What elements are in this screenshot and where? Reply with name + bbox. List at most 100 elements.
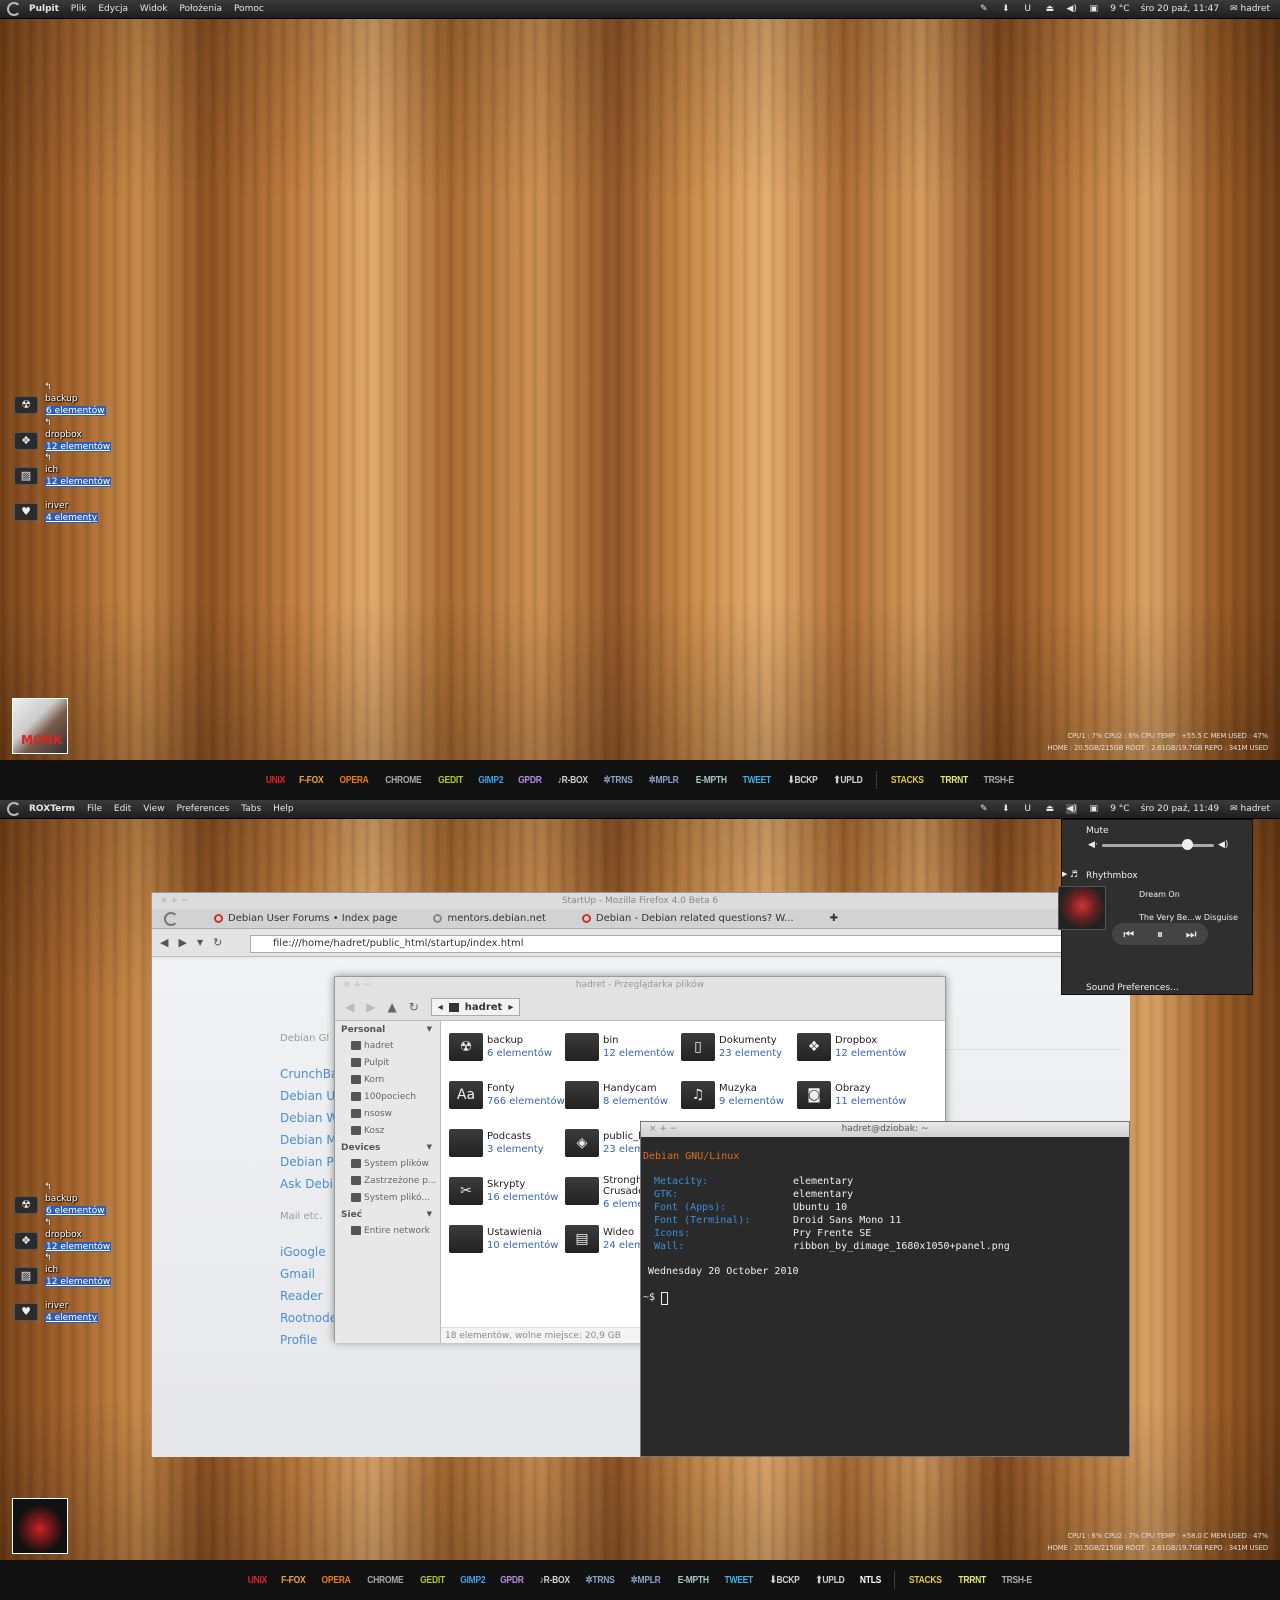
- download-icon[interactable]: ⬇: [1000, 804, 1011, 814]
- link[interactable]: CrunchBa: [280, 1067, 338, 1081]
- sidebar-heading[interactable]: Sieć: [335, 1206, 440, 1222]
- sidebar-item[interactable]: nsosw: [335, 1105, 440, 1122]
- desktop-item-dropbox[interactable]: ↰ ❖ dropbox 12 elementów: [12, 418, 132, 456]
- desktop-item-iriver[interactable]: ♥ iriver 4 elementy: [12, 495, 132, 527]
- menu-app-name[interactable]: Pulpit: [29, 4, 59, 14]
- link[interactable]: Debian U: [280, 1089, 335, 1103]
- player-name[interactable]: Rhythmbox: [1086, 871, 1138, 881]
- reload-icon[interactable]: ↻: [409, 1000, 419, 1014]
- pen-icon[interactable]: ✎: [978, 4, 989, 14]
- crumb-left-icon[interactable]: ◂: [438, 1002, 443, 1013]
- album-cover-aerosmith[interactable]: [12, 1498, 68, 1554]
- dock-unix[interactable]: UNIX: [247, 1575, 267, 1586]
- debian-logo-icon[interactable]: [7, 2, 21, 16]
- menu-item[interactable]: Preferences: [176, 804, 229, 814]
- url-bar[interactable]: file:///home/hadret/public_html/startup/…: [250, 935, 1130, 953]
- history-dropdown-icon[interactable]: ▼: [197, 938, 203, 947]
- pause-icon[interactable]: ⏸: [1157, 927, 1163, 942]
- sidebar-heading[interactable]: Devices: [335, 1139, 440, 1155]
- folder-obrazy[interactable]: ◙ Obrazy 11 elementów: [797, 1077, 911, 1117]
- forward-icon[interactable]: ▶: [366, 1000, 375, 1014]
- folder-podcasts[interactable]: Podcasts 3 elementy: [449, 1125, 563, 1165]
- menu-item[interactable]: Plik: [71, 4, 87, 14]
- sidebar-item[interactable]: System plikó...: [335, 1189, 440, 1206]
- desktop-item-ich[interactable]: ↰ ▨ ich 12 elementów: [12, 453, 132, 491]
- tab-debian-forums[interactable]: Debian User Forums • Index page: [214, 913, 397, 924]
- user-menu[interactable]: ✉ hadret: [1230, 804, 1270, 814]
- dock-gpdr[interactable]: GPDR: [518, 775, 542, 786]
- dock-gpdr[interactable]: GPDR: [500, 1575, 524, 1586]
- link[interactable]: iGoogle: [280, 1245, 326, 1259]
- desktop-item-backup[interactable]: ↰ ☢ backup 6 elementów: [12, 1182, 132, 1220]
- terminal-titlebar[interactable]: × + − hadret@dziobak: ~: [641, 1122, 1129, 1137]
- upload-u-icon[interactable]: U: [1022, 804, 1033, 814]
- folder-fonty[interactable]: Aa Fonty 766 elementów: [449, 1077, 565, 1117]
- crumb-right-icon[interactable]: ▸: [508, 1002, 513, 1013]
- sidebar-item[interactable]: Zastrzeżone p...: [335, 1172, 440, 1189]
- dock-stacks[interactable]: STACKS: [909, 1575, 942, 1586]
- folder-handycam[interactable]: Handycam 8 elementów: [565, 1077, 679, 1117]
- dock-tweet[interactable]: TWEET: [743, 775, 772, 786]
- temperature[interactable]: 9 °C: [1110, 4, 1129, 14]
- menu-app-name[interactable]: ROXTerm: [29, 804, 75, 814]
- desktop-item-iriver[interactable]: ♥ iriver 4 elementy: [12, 1295, 132, 1327]
- link[interactable]: Reader: [280, 1289, 322, 1303]
- crumb-label[interactable]: hadret: [465, 1002, 503, 1013]
- folder-backup[interactable]: ☢ backup 6 elementów: [449, 1029, 563, 1069]
- file-browser-titlebar[interactable]: × + − hadret - Przeglądarka plików: [335, 977, 945, 994]
- folder-muzyka[interactable]: ♫ Muzyka 9 elementów: [681, 1077, 795, 1117]
- sidebar-item[interactable]: Pulpit: [335, 1054, 440, 1071]
- new-tab-icon[interactable]: ✚: [830, 913, 838, 924]
- album-cover-monk[interactable]: MONK: [12, 698, 68, 754]
- temperature[interactable]: 9 °C: [1110, 804, 1129, 814]
- dock-rhythmbox[interactable]: ♪R-BOX: [558, 775, 588, 786]
- upload-u-icon[interactable]: U: [1022, 4, 1033, 14]
- pen-icon[interactable]: ✎: [978, 804, 989, 814]
- volume-icon[interactable]: ◀): [1066, 804, 1078, 814]
- dock-chrome[interactable]: CHROME: [367, 1575, 404, 1586]
- dock-empathy[interactable]: E-MPTH: [677, 1575, 708, 1586]
- link[interactable]: Gmail: [280, 1267, 315, 1281]
- desktop-item-ich[interactable]: ↰ ▨ ich 12 elementów: [12, 1253, 132, 1291]
- dock-firefox[interactable]: F-FOX: [299, 775, 323, 786]
- dock-gimp[interactable]: GIMP2: [460, 1575, 485, 1586]
- dock-nautilus[interactable]: NTLS: [860, 1575, 881, 1586]
- link[interactable]: Debian M: [280, 1133, 337, 1147]
- user-menu[interactable]: ✉ hadret: [1230, 4, 1270, 14]
- dock-chrome[interactable]: CHROME: [385, 775, 422, 786]
- weather-icon[interactable]: ▣: [1088, 804, 1099, 814]
- reload-icon[interactable]: ↻: [213, 936, 222, 949]
- sidebar-item[interactable]: 100pociech: [335, 1088, 440, 1105]
- dock-torrent[interactable]: TRRNT: [958, 1575, 986, 1586]
- firefox-titlebar[interactable]: × + − StartUp - Mozilla Firefox 4.0 Beta…: [152, 893, 1128, 909]
- tab-mentors[interactable]: mentors.debian.net: [433, 913, 546, 924]
- back-icon[interactable]: ◀: [160, 936, 168, 949]
- dock-stacks[interactable]: STACKS: [891, 775, 924, 786]
- link[interactable]: Ask Debi: [280, 1177, 333, 1191]
- menu-item[interactable]: Widok: [140, 4, 168, 14]
- menu-item[interactable]: View: [143, 804, 164, 814]
- dock-rhythmbox[interactable]: ♪R-BOX: [540, 1575, 570, 1586]
- link[interactable]: Rootnode: [280, 1311, 337, 1325]
- menu-item[interactable]: Help: [273, 804, 294, 814]
- volume-slider-knob[interactable]: [1182, 839, 1194, 850]
- drive-icon[interactable]: ⏏: [1044, 4, 1055, 14]
- menu-item[interactable]: Położenia: [179, 4, 222, 14]
- sidebar-item[interactable]: Korn: [335, 1071, 440, 1088]
- mute-item[interactable]: Mute: [1086, 826, 1109, 836]
- dock-trash[interactable]: TRSH-E: [1002, 1575, 1032, 1586]
- dock-opera[interactable]: OPERA: [339, 775, 368, 786]
- dock-empathy[interactable]: E-MPTH: [695, 775, 726, 786]
- tab-debian-questions[interactable]: Debian - Debian related questions? W...: [581, 913, 794, 924]
- clock[interactable]: śro 20 paź, 11:49: [1141, 804, 1219, 814]
- link[interactable]: Debian W: [280, 1111, 338, 1125]
- menu-item[interactable]: Pomoc: [234, 4, 264, 14]
- forward-icon[interactable]: ▶: [178, 936, 186, 949]
- dock-tweet[interactable]: TWEET: [725, 1575, 754, 1586]
- dock-mplayer[interactable]: ✲MPLR: [631, 1575, 661, 1586]
- folder-dokumenty[interactable]: ▯ Dokumenty 23 elementy: [681, 1029, 795, 1069]
- dock-gedit[interactable]: GEDIT: [438, 775, 463, 786]
- window-buttons[interactable]: × + −: [649, 1122, 677, 1137]
- desktop-item-dropbox[interactable]: ↰ ❖ dropbox 12 elementów: [12, 1218, 132, 1256]
- dock-unix[interactable]: UNIX: [265, 775, 285, 786]
